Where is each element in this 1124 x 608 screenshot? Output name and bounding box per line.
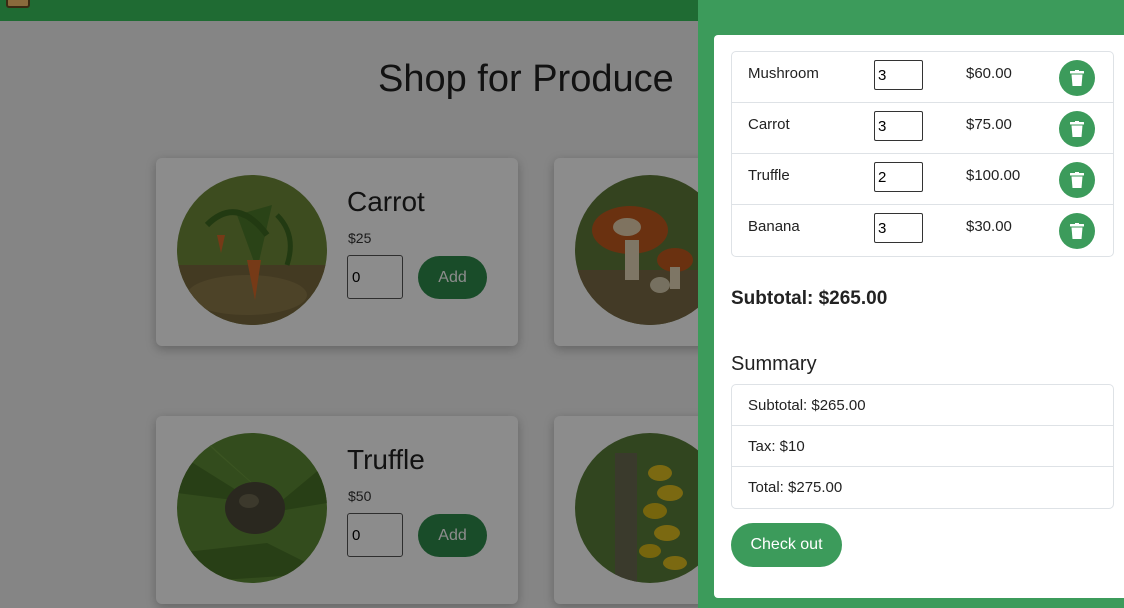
- delete-button[interactable]: [1059, 60, 1095, 96]
- delete-button[interactable]: [1059, 213, 1095, 249]
- cart-item-name: Carrot: [748, 116, 790, 133]
- summary-subtotal: Subtotal: $265.00: [732, 385, 1113, 426]
- cart-quantity-input[interactable]: [874, 213, 923, 243]
- cart-item-amount: $60.00: [966, 65, 1012, 82]
- cart-row: Banana $30.00: [732, 205, 1113, 256]
- cart-item-amount: $100.00: [966, 167, 1021, 184]
- modal-backdrop[interactable]: [0, 21, 698, 608]
- cart-items-table: Mushroom $60.00 Carrot $75.00 Truffle $1…: [731, 51, 1114, 257]
- trash-icon: [1070, 121, 1084, 137]
- cart-item-amount: $30.00: [966, 218, 1012, 235]
- trash-icon: [1070, 70, 1084, 86]
- summary-total: Total: $275.00: [748, 479, 843, 496]
- logo-icon[interactable]: [6, 0, 30, 8]
- trash-icon: [1070, 172, 1084, 188]
- cart-quantity-input[interactable]: [874, 162, 923, 192]
- cart-item-name: Banana: [748, 218, 800, 235]
- cart-row: Mushroom $60.00: [732, 52, 1113, 103]
- delete-button[interactable]: [1059, 162, 1095, 198]
- cart-subtotal: Subtotal: $265.00: [731, 288, 888, 309]
- trash-icon: [1070, 223, 1084, 239]
- cart-quantity-input[interactable]: [874, 111, 923, 141]
- cart-row: Truffle $100.00: [732, 154, 1113, 205]
- cart-item-name: Truffle: [748, 167, 790, 184]
- cart-row: Carrot $75.00: [732, 103, 1113, 154]
- summary-tax: Tax: $10: [732, 426, 1113, 467]
- cart-item-amount: $75.00: [966, 116, 1012, 133]
- cart-item-name: Mushroom: [748, 65, 819, 82]
- summary-heading: Summary: [731, 353, 817, 375]
- cart-quantity-input[interactable]: [874, 60, 923, 90]
- summary-list: Subtotal: $265.00 Tax: $10 Total: $275.0…: [731, 384, 1114, 509]
- delete-button[interactable]: [1059, 111, 1095, 147]
- cart-content: Mushroom $60.00 Carrot $75.00 Truffle $1…: [714, 35, 1124, 598]
- checkout-button[interactable]: Check out: [731, 523, 842, 567]
- cart-panel: Mushroom $60.00 Carrot $75.00 Truffle $1…: [698, 0, 1124, 608]
